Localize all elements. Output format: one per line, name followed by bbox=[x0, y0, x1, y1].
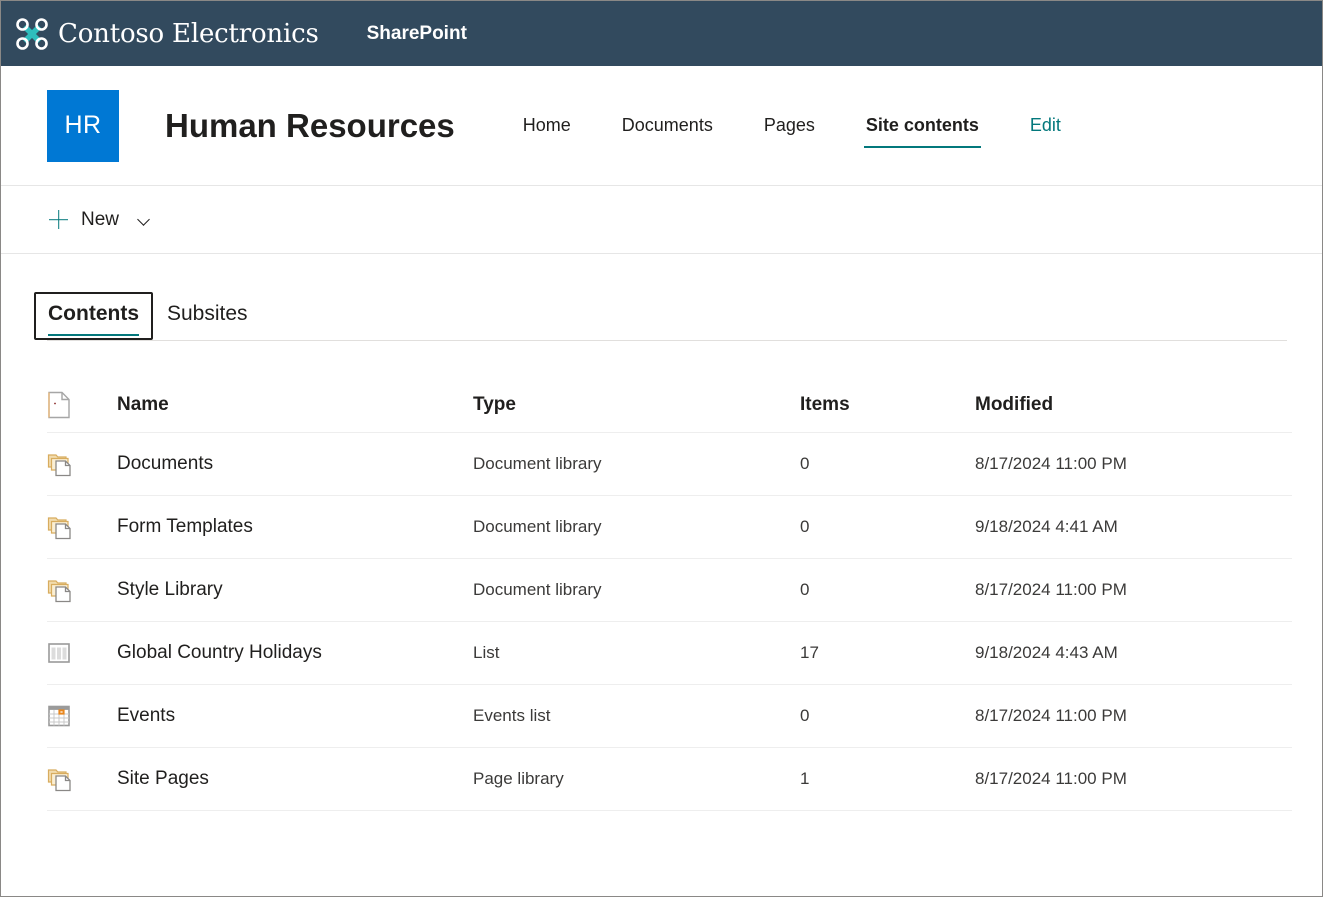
row-type: List bbox=[473, 643, 800, 663]
column-header-type[interactable]: Type bbox=[473, 394, 800, 416]
row-icon-cell bbox=[47, 704, 117, 728]
document-library-icon bbox=[47, 451, 73, 477]
brand-name: Contoso Electronics bbox=[58, 19, 319, 49]
row-items-count: 17 bbox=[800, 643, 975, 663]
new-button[interactable]: New bbox=[47, 205, 152, 235]
column-header-name[interactable]: Name bbox=[117, 394, 473, 416]
table-row[interactable]: Events Events list 0 8/17/2024 11:00 PM bbox=[47, 685, 1292, 748]
tab-contents[interactable]: Contents bbox=[34, 292, 153, 340]
column-header-icon bbox=[47, 391, 117, 419]
new-button-label: New bbox=[81, 209, 119, 231]
site-contents-table: Name Type Items Modified Documents Docum… bbox=[1, 377, 1322, 811]
row-icon-cell bbox=[47, 577, 117, 603]
table-header-row: Name Type Items Modified bbox=[47, 377, 1292, 433]
document-library-icon bbox=[47, 766, 73, 792]
column-header-modified[interactable]: Modified bbox=[975, 394, 1053, 416]
row-type: Page library bbox=[473, 769, 800, 789]
site-navigation: Home Documents Pages Site contents Edit bbox=[521, 111, 1063, 140]
row-icon-cell bbox=[47, 514, 117, 540]
document-icon bbox=[47, 391, 71, 419]
row-items-count: 0 bbox=[800, 706, 975, 726]
plus-icon bbox=[49, 210, 68, 229]
row-modified-date: 8/17/2024 11:00 PM bbox=[975, 454, 1127, 474]
row-name-link[interactable]: Events bbox=[117, 705, 473, 727]
events-calendar-icon bbox=[47, 704, 71, 728]
row-items-count: 0 bbox=[800, 517, 975, 537]
nav-item-pages[interactable]: Pages bbox=[762, 111, 817, 140]
list-icon bbox=[47, 641, 71, 665]
row-modified-date: 8/17/2024 11:00 PM bbox=[975, 580, 1127, 600]
pivot-tab-list: Contents Subsites bbox=[1, 280, 1322, 340]
suite-top-bar: Contoso Electronics SharePoint bbox=[1, 1, 1322, 66]
table-row[interactable]: Global Country Holidays List 17 9/18/202… bbox=[47, 622, 1292, 685]
nav-item-site-contents[interactable]: Site contents bbox=[864, 111, 981, 140]
sharepoint-site-contents-page: Contoso Electronics SharePoint HR Human … bbox=[0, 0, 1323, 897]
row-modified-date: 9/18/2024 4:41 AM bbox=[975, 517, 1118, 537]
table-row[interactable]: Style Library Document library 0 8/17/20… bbox=[47, 559, 1292, 622]
brand-logo-block[interactable]: Contoso Electronics bbox=[15, 17, 319, 51]
nav-item-home[interactable]: Home bbox=[521, 111, 573, 140]
column-header-items[interactable]: Items bbox=[800, 394, 975, 416]
tab-subsites[interactable]: Subsites bbox=[153, 292, 262, 340]
site-header: HR Human Resources Home Documents Pages … bbox=[1, 66, 1322, 186]
nav-item-documents[interactable]: Documents bbox=[620, 111, 715, 140]
document-library-icon bbox=[47, 577, 73, 603]
row-name-link[interactable]: Site Pages bbox=[117, 768, 473, 790]
command-bar: New bbox=[1, 186, 1322, 254]
row-type: Document library bbox=[473, 454, 800, 474]
row-type: Events list bbox=[473, 706, 800, 726]
row-icon-cell bbox=[47, 766, 117, 792]
row-name-link[interactable]: Style Library bbox=[117, 579, 473, 601]
table-row[interactable]: Documents Document library 0 8/17/2024 1… bbox=[47, 433, 1292, 496]
site-logo-badge[interactable]: HR bbox=[47, 90, 119, 162]
pivot-divider bbox=[47, 340, 1287, 341]
row-name-link[interactable]: Global Country Holidays bbox=[117, 642, 473, 664]
row-items-count: 0 bbox=[800, 454, 975, 474]
row-icon-cell bbox=[47, 451, 117, 477]
row-name-link[interactable]: Form Templates bbox=[117, 516, 473, 538]
row-items-count: 1 bbox=[800, 769, 975, 789]
table-row[interactable]: Form Templates Document library 0 9/18/2… bbox=[47, 496, 1292, 559]
suite-app-name[interactable]: SharePoint bbox=[367, 23, 467, 45]
row-modified-date: 8/17/2024 11:00 PM bbox=[975, 769, 1127, 789]
row-type: Document library bbox=[473, 580, 800, 600]
table-row[interactable]: Site Pages Page library 1 8/17/2024 11:0… bbox=[47, 748, 1292, 811]
chevron-down-icon[interactable] bbox=[138, 214, 150, 226]
drone-icon bbox=[15, 17, 49, 51]
row-icon-cell bbox=[47, 641, 117, 665]
row-modified-date: 8/17/2024 11:00 PM bbox=[975, 706, 1127, 726]
row-type: Document library bbox=[473, 517, 800, 537]
edit-navigation-link[interactable]: Edit bbox=[1028, 111, 1063, 140]
document-library-icon bbox=[47, 514, 73, 540]
row-items-count: 0 bbox=[800, 580, 975, 600]
page-title: Human Resources bbox=[165, 107, 455, 145]
row-modified-date: 9/18/2024 4:43 AM bbox=[975, 643, 1118, 663]
row-name-link[interactable]: Documents bbox=[117, 453, 473, 475]
